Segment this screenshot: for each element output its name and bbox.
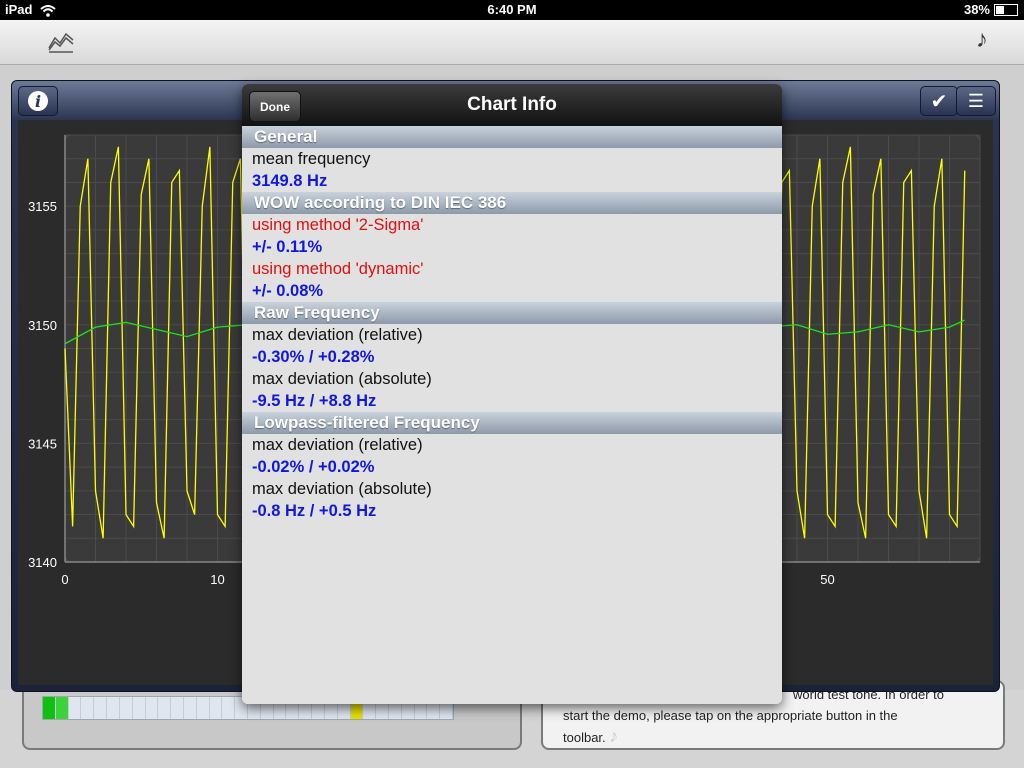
popover-title: Chart Info: [467, 94, 557, 115]
raw-relative-label: max deviation (relative): [252, 326, 423, 344]
y-tick-label: 3155: [28, 199, 57, 214]
wow-method-dynamic-value: +/- 0.08%: [252, 282, 324, 300]
done-button[interactable]: Done: [249, 91, 301, 122]
section-header-lowpass: Lowpass-filtered Frequency: [242, 412, 782, 434]
section-header-raw: Raw Frequency: [242, 302, 782, 324]
mean-frequency-label: mean frequency: [252, 150, 371, 168]
y-tick-label: 3145: [28, 436, 57, 451]
section-header-wow: WOW according to DIN IEC 386: [242, 192, 782, 214]
mean-frequency-value: 3149.8 Hz: [252, 172, 328, 190]
x-tick-label: 10: [210, 572, 224, 587]
lowpass-absolute-label: max deviation (absolute): [252, 480, 432, 498]
wow-method-dynamic-label: using method 'dynamic': [252, 260, 424, 278]
raw-absolute-value: -9.5 Hz / +8.8 Hz: [252, 392, 377, 410]
popover-body: General mean frequency 3149.8 Hz WOW acc…: [242, 126, 782, 704]
lowpass-relative-value: -0.02% / +0.02%: [252, 458, 375, 476]
y-tick-label: 3150: [28, 318, 57, 333]
popover-header: Chart Info Done: [242, 84, 782, 126]
y-tick-label: 3140: [28, 555, 57, 570]
x-tick-label: 0: [61, 572, 68, 587]
chart-info-popover: Chart Info Done General mean frequency 3…: [242, 84, 782, 704]
section-header-general: General: [242, 126, 782, 148]
lowpass-relative-label: max deviation (relative): [252, 436, 423, 454]
raw-absolute-label: max deviation (absolute): [252, 370, 432, 388]
raw-relative-value: -0.30% / +0.28%: [252, 348, 375, 366]
wow-method-2sigma-value: +/- 0.11%: [252, 238, 323, 256]
wow-method-2sigma-label: using method '2-Sigma': [252, 216, 424, 234]
lowpass-absolute-value: -0.8 Hz / +0.5 Hz: [252, 502, 377, 520]
x-tick-label: 50: [820, 572, 834, 587]
